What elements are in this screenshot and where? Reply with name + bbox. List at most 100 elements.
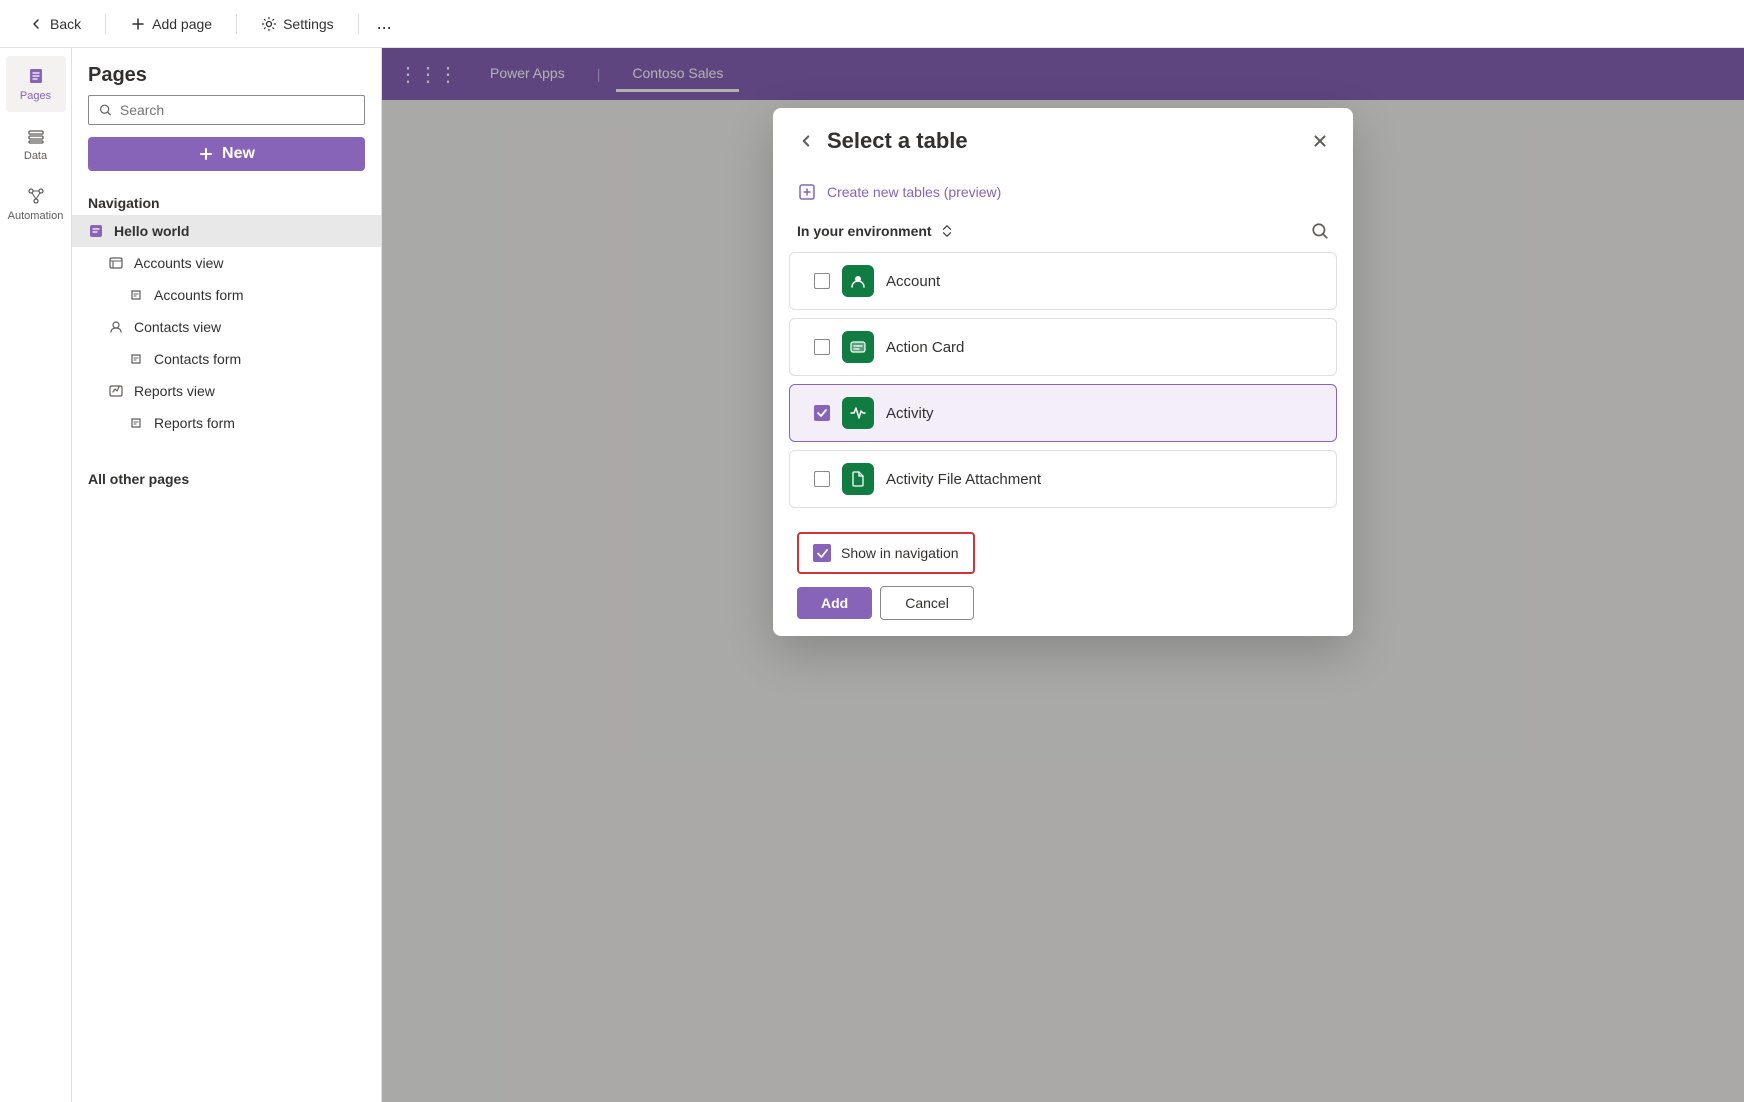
- activity-file-icon: [842, 463, 874, 495]
- settings-icon: [261, 16, 277, 32]
- nav-item-reports-view-label: Reports view: [134, 383, 215, 399]
- sort-icon[interactable]: [940, 224, 954, 238]
- nav-item-accounts-form[interactable]: Accounts form: [72, 279, 381, 311]
- activity-label: Activity: [886, 405, 934, 422]
- show-in-navigation-row[interactable]: Show in navigation: [797, 532, 975, 574]
- add-page-label: Add page: [152, 16, 212, 32]
- navigation-section-label: Navigation: [72, 187, 381, 215]
- action-card-table-icon: [848, 337, 868, 357]
- search-box[interactable]: [88, 95, 365, 125]
- activity-file-checkbox[interactable]: [814, 471, 830, 487]
- settings-label: Settings: [283, 16, 334, 32]
- nav-item-contacts-view-label: Contacts view: [134, 319, 221, 335]
- sidebar-pages-label: Pages: [20, 90, 51, 102]
- action-card-checkbox[interactable]: [814, 339, 830, 355]
- modal-title-row: Select a table: [797, 128, 968, 154]
- environment-row: In your environment: [773, 214, 1353, 252]
- nav-item-accounts-form-label: Accounts form: [154, 287, 243, 303]
- show-nav-checkbox[interactable]: [813, 544, 831, 562]
- content-area: ⋮⋮⋮ Power Apps | Contoso Sales Select a …: [382, 48, 1744, 1102]
- accounts-form-icon: [128, 287, 144, 303]
- check-icon: [816, 407, 828, 419]
- page-icon: [88, 223, 104, 239]
- env-text: In your environment: [797, 223, 932, 239]
- back-label: Back: [50, 16, 81, 32]
- nav-item-hello-world-label: Hello world: [114, 223, 189, 239]
- settings-button[interactable]: Settings: [249, 10, 346, 38]
- modal-back-icon: [797, 132, 815, 150]
- back-button[interactable]: Back: [16, 10, 93, 38]
- sidebar-data-label: Data: [24, 150, 47, 162]
- action-card-label: Action Card: [886, 339, 964, 356]
- create-table-icon: [797, 182, 817, 202]
- add-page-button[interactable]: Add page: [118, 10, 224, 38]
- account-label: Account: [886, 273, 940, 290]
- table-item-activity-file[interactable]: Activity File Attachment: [789, 450, 1337, 508]
- account-table-icon: [848, 271, 868, 291]
- close-icon: [1311, 132, 1329, 150]
- cancel-button[interactable]: Cancel: [880, 586, 974, 620]
- contacts-form-icon: [128, 351, 144, 367]
- env-label: In your environment: [797, 223, 954, 239]
- sidebar-automation-label: Automation: [8, 210, 64, 222]
- sidebar-item-pages[interactable]: Pages: [6, 56, 66, 112]
- create-new-tables-link[interactable]: Create new tables (preview): [773, 170, 1353, 214]
- more-button[interactable]: ...: [371, 7, 398, 40]
- show-in-navigation-label: Show in navigation: [841, 545, 959, 561]
- modal-back-button[interactable]: [797, 132, 815, 150]
- main-layout: Pages Data Automation Pages: [0, 48, 1744, 1102]
- table-item-action-card[interactable]: Action Card: [789, 318, 1337, 376]
- modal-close-button[interactable]: [1311, 132, 1329, 150]
- nav-item-contacts-form-label: Contacts form: [154, 351, 241, 367]
- modal-backdrop: Select a table Create new tables (previe: [382, 48, 1744, 1102]
- nav-panel: Pages New Navigation Hello world: [72, 48, 382, 1102]
- action-card-icon: [842, 331, 874, 363]
- table-item-activity[interactable]: Activity: [789, 384, 1337, 442]
- create-new-label: Create new tables (preview): [827, 184, 1001, 200]
- show-nav-check-icon: [816, 547, 829, 560]
- activity-icon: [842, 397, 874, 429]
- table-list: Account Action Card: [773, 252, 1353, 516]
- env-search-icon[interactable]: [1311, 222, 1329, 240]
- nav-item-accounts-view[interactable]: Accounts view: [72, 247, 381, 279]
- divider: [105, 14, 106, 34]
- contacts-view-icon: [108, 319, 124, 335]
- nav-item-hello-world[interactable]: Hello world: [72, 215, 381, 247]
- search-input[interactable]: [120, 102, 354, 118]
- new-button-label: New: [222, 145, 255, 163]
- nav-item-accounts-view-label: Accounts view: [134, 255, 223, 271]
- account-checkbox[interactable]: [814, 273, 830, 289]
- activity-file-table-icon: [848, 469, 868, 489]
- nav-item-contacts-view[interactable]: Contacts view: [72, 311, 381, 343]
- search-icon: [99, 103, 112, 117]
- nav-item-reports-form[interactable]: Reports form: [72, 407, 381, 439]
- all-other-pages-label: All other pages: [72, 463, 381, 491]
- sidebar: Pages Data Automation: [0, 48, 72, 1102]
- data-icon: [26, 126, 46, 146]
- sidebar-item-automation[interactable]: Automation: [6, 176, 66, 232]
- new-button[interactable]: New: [88, 137, 365, 171]
- nav-item-reports-form-label: Reports form: [154, 415, 235, 431]
- activity-checkbox[interactable]: [814, 405, 830, 421]
- divider3: [358, 14, 359, 34]
- activity-file-label: Activity File Attachment: [886, 471, 1041, 488]
- select-table-modal: Select a table Create new tables (previe: [773, 108, 1353, 636]
- new-plus-icon: [198, 146, 214, 162]
- pages-icon: [26, 66, 46, 86]
- nav-item-contacts-form[interactable]: Contacts form: [72, 343, 381, 375]
- account-icon: [842, 265, 874, 297]
- activity-table-icon: [848, 403, 868, 423]
- accounts-view-icon: [108, 255, 124, 271]
- reports-view-icon: [108, 383, 124, 399]
- table-item-account[interactable]: Account: [789, 252, 1337, 310]
- add-button[interactable]: Add: [797, 587, 872, 619]
- plus-icon: [130, 16, 146, 32]
- modal-footer: Show in navigation Add Cancel: [773, 516, 1353, 636]
- modal-header: Select a table: [773, 108, 1353, 170]
- nav-item-reports-view[interactable]: Reports view: [72, 375, 381, 407]
- reports-form-icon: [128, 415, 144, 431]
- modal-title: Select a table: [827, 128, 968, 154]
- footer-buttons: Add Cancel: [797, 586, 1329, 620]
- sidebar-item-data[interactable]: Data: [6, 116, 66, 172]
- top-bar: Back Add page Settings ...: [0, 0, 1744, 48]
